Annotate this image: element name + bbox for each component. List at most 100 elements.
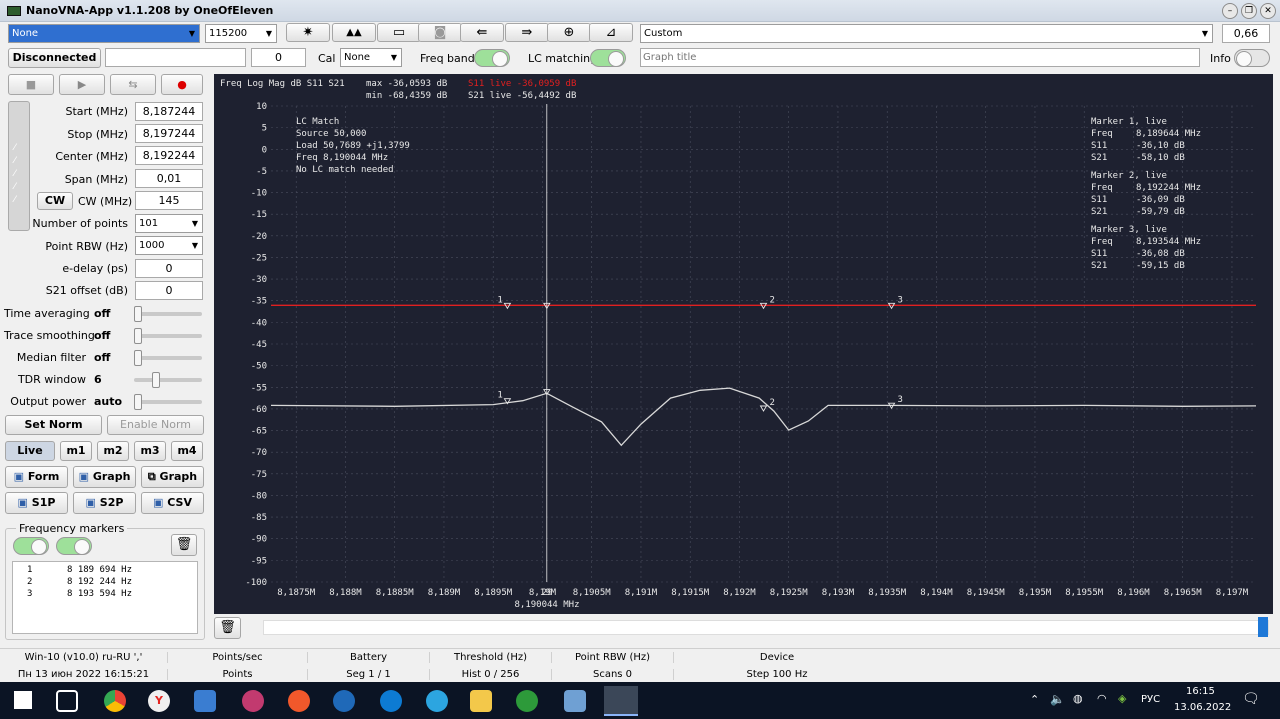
marker-toggle-2[interactable]: [56, 537, 92, 555]
close-button[interactable]: ✕: [1260, 3, 1276, 19]
list-item[interactable]: 28 192 244 Hz: [27, 576, 197, 588]
calibration-preset-select[interactable]: Custom ▼: [640, 24, 1213, 43]
run-button[interactable]: ▶: [59, 74, 105, 95]
stop-input[interactable]: 8,197244: [135, 124, 203, 143]
save-csv-button[interactable]: ▣ CSV: [141, 492, 204, 514]
yandex-browser-icon[interactable]: Y: [148, 690, 170, 712]
save-form-button[interactable]: ▣ Form: [5, 466, 68, 488]
m1-button[interactable]: m1: [60, 441, 92, 461]
chrome-icon[interactable]: [104, 690, 126, 712]
slider-track[interactable]: [134, 400, 202, 404]
vpn-icon[interactable]: ◍: [1073, 692, 1083, 705]
delete-markers-button[interactable]: 🗑: [171, 534, 197, 556]
s21-offset-input[interactable]: 0: [135, 281, 203, 300]
copy-graph-button[interactable]: ⧉ Graph: [141, 466, 204, 488]
chart-button[interactable]: ⊿: [589, 23, 633, 42]
live-button[interactable]: Live: [5, 441, 55, 461]
cw-button[interactable]: CW: [37, 192, 73, 210]
app-icon-green[interactable]: [516, 690, 538, 712]
connection-button[interactable]: Disconnected: [8, 48, 101, 68]
usb-connect-button[interactable]: ⇚: [460, 23, 504, 42]
x-tick-label: 8,1885M: [376, 588, 415, 598]
center-input[interactable]: 8,192244: [135, 146, 203, 165]
file-explorer-icon[interactable]: [470, 690, 492, 712]
minimize-button[interactable]: –: [1222, 3, 1238, 19]
record-button[interactable]: ●: [161, 74, 203, 95]
battery-button[interactable]: ▭: [377, 23, 421, 42]
slider-thumb[interactable]: [134, 328, 142, 344]
slider-track[interactable]: [134, 356, 202, 360]
cw-input[interactable]: 145: [135, 191, 203, 210]
firefox-icon[interactable]: [288, 690, 310, 712]
language-indicator[interactable]: РУС: [1141, 694, 1160, 705]
save-graph-button[interactable]: ▣ Graph: [73, 466, 136, 488]
slider-thumb[interactable]: [134, 350, 142, 366]
paint-icon[interactable]: [242, 690, 264, 712]
m3-button[interactable]: m3: [134, 441, 166, 461]
info-toggle[interactable]: [1234, 49, 1270, 67]
cal-select[interactable]: None ▼: [340, 48, 402, 67]
slider-track[interactable]: [134, 378, 202, 382]
lc-matching-toggle[interactable]: [590, 49, 626, 67]
screen-app-icon[interactable]: [564, 690, 586, 712]
sweep-icon: ⇆: [128, 78, 138, 91]
restore-button[interactable]: ❐: [1241, 3, 1257, 19]
progress-handle[interactable]: [1258, 617, 1268, 637]
clock-time[interactable]: 16:15: [1186, 686, 1215, 697]
scan-up-button[interactable]: ▲▲: [332, 23, 376, 42]
list-item[interactable]: 18 189 694 Hz: [27, 564, 197, 576]
enable-norm-button[interactable]: Enable Norm: [107, 415, 204, 435]
slider-track[interactable]: [134, 334, 202, 338]
e-delay-input[interactable]: 0: [135, 259, 203, 278]
point-rbw-select[interactable]: 1000 ▼: [135, 236, 203, 255]
wifi-icon[interactable]: ◠: [1097, 692, 1107, 705]
skype-icon[interactable]: [380, 690, 402, 712]
usb-disconnect-button[interactable]: ⇛: [505, 23, 549, 42]
progress-bar: [263, 620, 1269, 635]
counter-field[interactable]: 0: [251, 48, 306, 67]
slider-thumb[interactable]: [134, 306, 142, 322]
baud-select[interactable]: 115200 ▼: [205, 24, 277, 43]
m2-button[interactable]: m2: [97, 441, 129, 461]
nvidia-icon[interactable]: ◈: [1118, 692, 1126, 705]
set-norm-button[interactable]: Set Norm: [5, 415, 102, 435]
calculator-icon[interactable]: [194, 690, 216, 712]
notifications-icon[interactable]: 🗨: [1242, 691, 1260, 707]
connection-info-field[interactable]: [105, 48, 246, 67]
clock-date[interactable]: 13.06.2022: [1174, 702, 1231, 713]
slider-label: Output power: [10, 395, 86, 408]
number-of-points-select[interactable]: 101 ▼: [135, 214, 203, 233]
slider-thumb[interactable]: [152, 372, 160, 388]
freq-bands-toggle[interactable]: [474, 49, 510, 67]
settings-button[interactable]: ✷: [286, 23, 330, 42]
marker-toggle-1[interactable]: [13, 537, 49, 555]
vertical-slider[interactable]: ⁄ ⁄ ⁄ ⁄ ⁄: [8, 101, 30, 231]
m4-button[interactable]: m4: [171, 441, 203, 461]
nanovna-taskbar-icon[interactable]: [604, 686, 638, 716]
telegram-icon[interactable]: [426, 690, 448, 712]
start-input[interactable]: 8,187244: [135, 102, 203, 121]
graph-title-input[interactable]: [640, 48, 1200, 67]
screenshot-button[interactable]: ◙: [418, 23, 462, 42]
speaker-icon[interactable]: 🔈: [1050, 692, 1065, 706]
graph-area[interactable]: 10 5 0 -5 -10 -15 -20 -25 -30 -35 -40 -45 -50 -55 -60 -…: [214, 74, 1273, 614]
delete-trace-button[interactable]: 🗑: [214, 617, 241, 639]
slider-thumb[interactable]: [134, 394, 142, 410]
network-app-icon[interactable]: [333, 690, 355, 712]
graph-canvas[interactable]: 10 5 0 -5 -10 -15 -20 -25 -30 -35 -40 -45 -50 -55 -60 -…: [214, 74, 1273, 614]
tray-chevron-icon[interactable]: ⌃: [1030, 693, 1039, 706]
port-select[interactable]: None ▼: [8, 24, 200, 43]
windows-start-icon[interactable]: [14, 691, 32, 709]
top-right-value[interactable]: 0,66: [1222, 24, 1270, 43]
save-s2p-button[interactable]: ▣ S2P: [73, 492, 136, 514]
task-view-icon[interactable]: [56, 690, 78, 712]
list-item[interactable]: 38 193 594 Hz: [27, 588, 197, 600]
target-button[interactable]: ⊕: [547, 23, 591, 42]
single-sweep-button[interactable]: ⇆: [110, 74, 156, 95]
save-s1p-button[interactable]: ▣ S1P: [5, 492, 68, 514]
stop-button[interactable]: ■: [8, 74, 54, 95]
marker-s11-3-label: 3: [898, 295, 903, 305]
marker-list[interactable]: 18 189 694 Hz 28 192 244 Hz 38 193 594 H…: [12, 561, 198, 634]
slider-track[interactable]: [134, 312, 202, 316]
span-input[interactable]: 0,01: [135, 169, 203, 188]
